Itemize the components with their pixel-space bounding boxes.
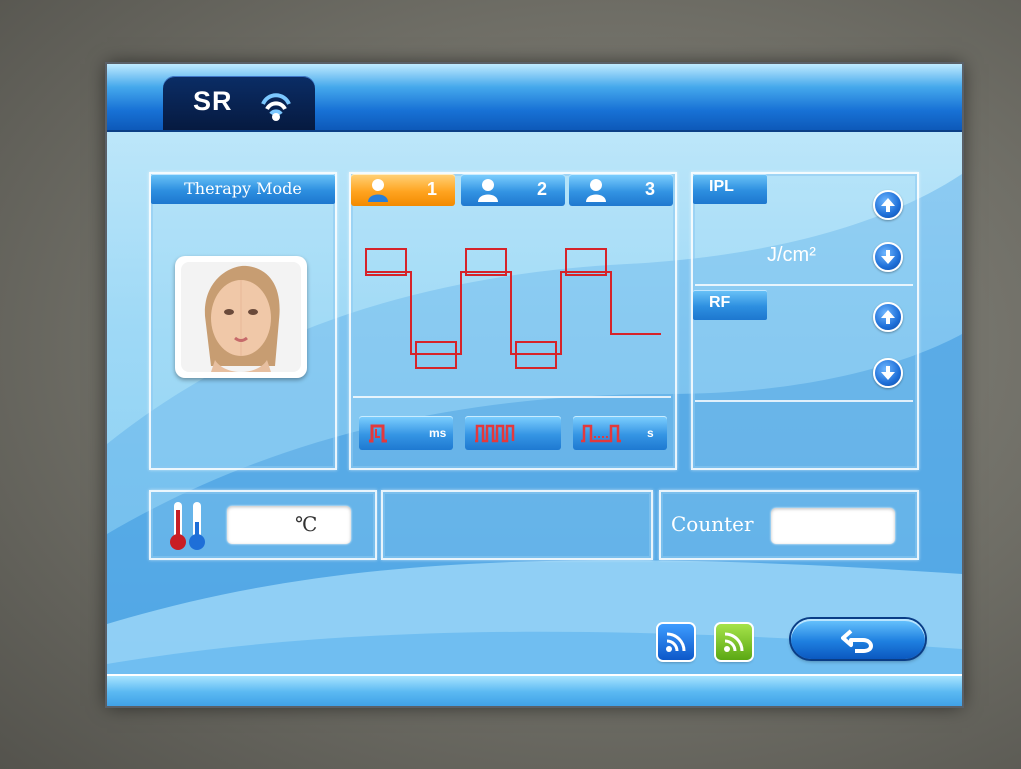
arrow-up-icon [881,310,895,324]
energy-panel: IPL J/cm² RF [691,172,919,470]
thermometer-icon [170,502,205,550]
tab-user-3-label: 3 [644,179,655,199]
pulse-train-button[interactable] [465,416,561,450]
counter-label: Counter [671,512,754,536]
ipl-increase-button[interactable] [873,190,903,220]
temperature-field[interactable]: ℃ [227,506,351,544]
page-title: SR [193,86,233,116]
single-pulse-icon [369,424,387,443]
back-arrow-icon [841,629,873,653]
user-icon [368,179,388,202]
tab-user-2-label: 2 [536,179,547,199]
rf-increase-button[interactable] [873,302,903,332]
rss-icon [666,632,686,652]
divider [695,400,913,402]
rf-label: RF [693,290,767,320]
therapy-mode-heading: Therapy Mode [151,174,335,204]
rf-decrease-button[interactable] [873,358,903,388]
title-tab: SR [163,76,315,130]
divider [695,284,913,286]
rss-green-button[interactable] [716,624,752,660]
ipl-decrease-button[interactable] [873,242,903,272]
tab-user-3[interactable]: 3 [569,174,673,206]
counter-field[interactable] [771,508,895,544]
pulse-train-icon [475,424,515,443]
single-pulse-button[interactable]: ms [359,416,453,450]
pulse-width-unit: ms [429,426,447,440]
top-bar: SR [107,64,962,132]
rss-icon [724,632,744,652]
bottom-bar [107,674,962,706]
device-screen: SR Therapy Mode 1 2 3 ms s IPL J/cm² RF … [107,64,962,706]
user-icon [586,179,606,202]
status-message-panel [381,490,653,560]
counter-panel: Counter [659,490,919,560]
ipl-label: IPL [693,174,767,204]
face-image [181,262,301,372]
pulse-waveform [365,248,661,369]
therapy-mode-panel: Therapy Mode [149,172,337,470]
user-icon [478,179,498,202]
waveform-panel: 1 2 3 ms s [349,172,677,470]
pulse-interval-button[interactable]: s [573,416,667,450]
pulse-interval-icon [581,424,621,443]
divider [353,396,671,398]
tab-user-2[interactable]: 2 [461,174,565,206]
tab-user-1[interactable]: 1 [351,174,455,206]
tab-user-1-label: 1 [426,179,437,199]
interval-unit: s [647,426,654,440]
arrow-up-icon [881,198,895,212]
rss-blue-button[interactable] [658,624,694,660]
arrow-down-icon [881,250,895,264]
ipl-unit: J/cm² [767,244,816,266]
face-photo[interactable] [175,256,307,378]
temperature-panel: ℃ [149,490,377,560]
arrow-down-icon [881,366,895,380]
signal-wave-icon [261,93,291,121]
back-button[interactable] [791,619,925,659]
temperature-unit: ℃ [295,512,318,536]
